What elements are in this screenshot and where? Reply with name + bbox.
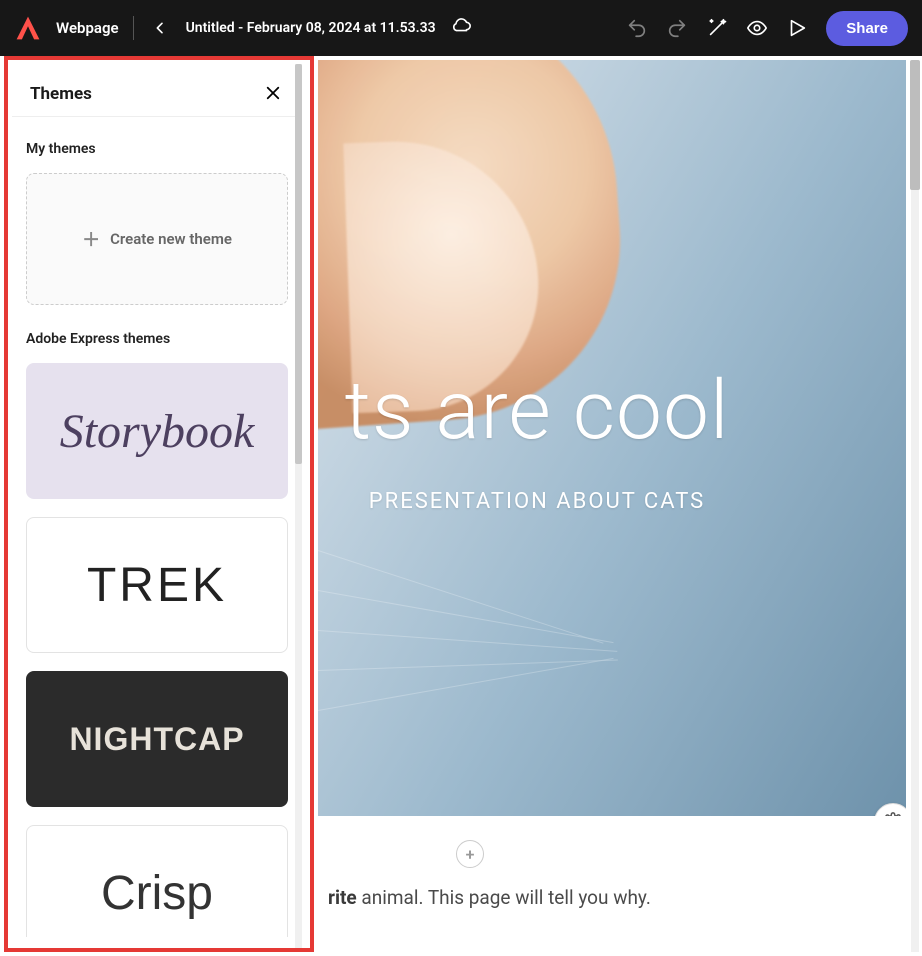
undo-icon xyxy=(626,17,648,39)
create-new-theme-button[interactable]: ＋ Create new theme xyxy=(26,173,288,305)
theme-nightcap[interactable]: NIGHTCAP xyxy=(26,671,288,807)
share-button[interactable]: Share xyxy=(826,11,908,46)
magic-wand-icon xyxy=(706,17,728,39)
preview-button[interactable] xyxy=(746,17,768,39)
close-icon xyxy=(264,84,282,102)
cloud-sync-icon[interactable] xyxy=(450,15,472,41)
redo-icon xyxy=(666,17,688,39)
plus-icon: ＋ xyxy=(82,226,100,252)
express-themes-heading: Adobe Express themes xyxy=(26,331,288,347)
back-button[interactable] xyxy=(148,16,172,40)
magic-wand-button[interactable] xyxy=(706,17,728,39)
theme-label: Storybook xyxy=(60,404,255,459)
canvas-scrollbar-track[interactable] xyxy=(911,60,919,952)
body-text-section[interactable]: + rite animal. This page will tell you w… xyxy=(318,816,906,909)
play-icon xyxy=(786,17,808,39)
themes-panel-region: Themes My themes ＋ Create new theme Adob… xyxy=(0,56,318,956)
canvas-scrollbar-thumb[interactable] xyxy=(910,60,920,190)
play-button[interactable] xyxy=(786,17,808,39)
my-themes-heading: My themes xyxy=(26,141,288,157)
document-title[interactable]: Untitled - February 08, 2024 at 11.53.33 xyxy=(186,20,436,36)
add-content-button[interactable]: + xyxy=(456,840,484,868)
panel-scrollbar-thumb[interactable] xyxy=(295,64,302,464)
top-bar: Webpage Untitled - February 08, 2024 at … xyxy=(0,0,922,56)
close-panel-button[interactable] xyxy=(264,84,284,104)
canvas-preview[interactable]: ts are cool PRESENTATION ABOUT CATS + ri… xyxy=(318,56,922,956)
hero-subtitle-text[interactable]: PRESENTATION ABOUT CATS xyxy=(369,489,705,514)
divider xyxy=(133,16,134,40)
panel-title: Themes xyxy=(30,84,92,104)
adobe-logo-icon xyxy=(14,14,42,42)
theme-crisp[interactable]: Crisp xyxy=(26,825,288,937)
hero-section[interactable]: ts are cool PRESENTATION ABOUT CATS xyxy=(318,60,906,816)
app-type-label: Webpage xyxy=(56,19,119,37)
redo-button[interactable] xyxy=(666,17,688,39)
theme-label: TREK xyxy=(87,558,227,613)
themes-panel: Themes My themes ＋ Create new theme Adob… xyxy=(12,60,302,948)
body-paragraph[interactable]: rite animal. This page will tell you why… xyxy=(328,886,906,909)
hero-title-text[interactable]: ts are cool xyxy=(345,363,730,459)
workspace: Themes My themes ＋ Create new theme Adob… xyxy=(0,56,922,956)
chevron-left-icon xyxy=(152,20,168,36)
create-theme-label: Create new theme xyxy=(110,230,232,248)
theme-trek[interactable]: TREK xyxy=(26,517,288,653)
eye-icon xyxy=(746,17,768,39)
theme-label: Crisp xyxy=(101,866,213,921)
theme-storybook[interactable]: Storybook xyxy=(26,363,288,499)
undo-button[interactable] xyxy=(626,17,648,39)
theme-label: NIGHTCAP xyxy=(69,721,244,758)
